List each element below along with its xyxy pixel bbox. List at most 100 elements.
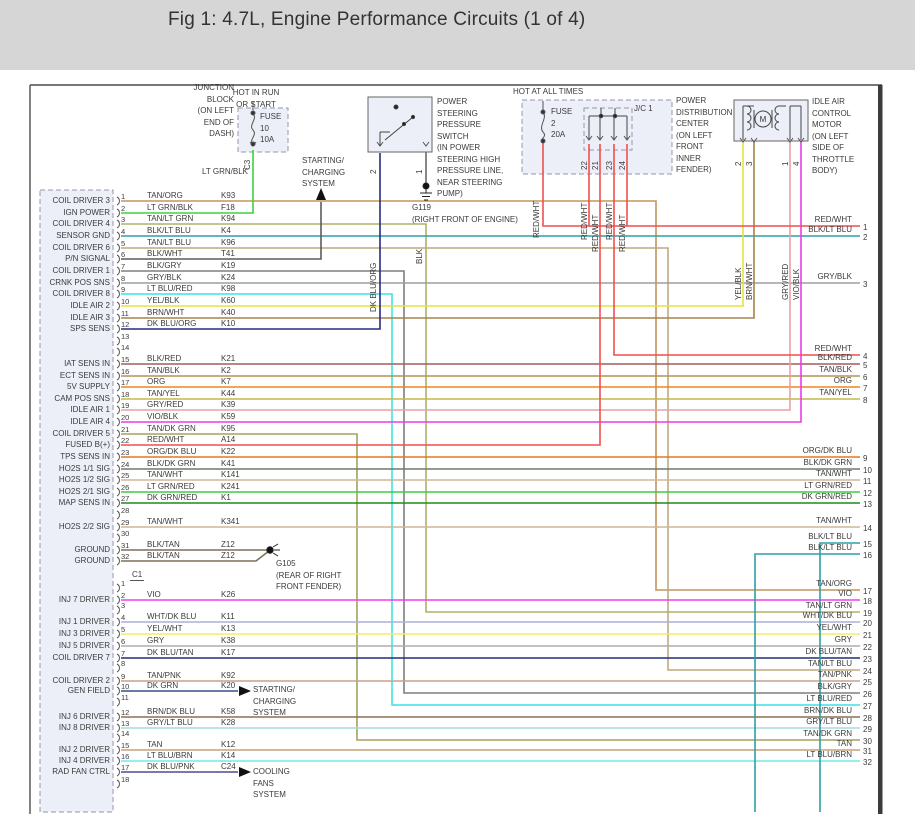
wire-color-label: BLK/WHT: [147, 249, 183, 258]
pcm-c2-pin-label: HO2S 2/1 SIG: [58, 487, 110, 496]
pcm-c2-pin-number: 27: [121, 494, 130, 503]
pcm-c2-pin-label: COIL DRIVER 1: [52, 266, 111, 275]
right-wire-color-label: DK GRN/RED: [801, 492, 852, 501]
circuit-code-label: K58: [221, 707, 236, 716]
vertical-wire-label: YEL/BLK: [734, 267, 743, 300]
right-wire-color-label: TAN/ORG: [816, 579, 852, 588]
right-wire-number: 30: [863, 737, 872, 746]
pcm-c2-pin-number: 13: [121, 332, 130, 341]
pcm-c2-pin-number: 7: [121, 262, 126, 271]
wire-color-label: BLK/RED: [147, 354, 182, 363]
pcm-c2-pin-label: 5V SUPPLY: [67, 382, 110, 391]
circuit-code-label: K94: [221, 214, 236, 223]
pcm-c2-pin-label: COIL DRIVER 5: [52, 429, 111, 438]
pcm-c2-pin-bracket: [116, 440, 120, 450]
pcm-c2-pin-label: COIL DRIVER 6: [52, 243, 111, 252]
pcm-c1-pin-number: 9: [121, 672, 126, 681]
circuit-code-label: K40: [221, 308, 236, 317]
right-wire-color-label: TAN/LT BLU: [807, 659, 852, 668]
wire-color-label: GRY/BLK: [147, 273, 182, 282]
right-wire-color-label: LT BLU/RED: [806, 694, 853, 703]
right-wire-color-label: BLK/GRY: [817, 682, 852, 691]
pcm-c2-pin-bracket: [116, 196, 120, 206]
pcm-c1-pin-number: 1: [121, 579, 126, 588]
pcm-c1-pin-bracket: [116, 663, 120, 673]
fuse10-label: FUSE 10 10A: [260, 112, 282, 144]
circuit-code-label: Z12: [221, 551, 235, 560]
wire-color-label: BLK/GRY: [147, 261, 182, 270]
right-wire-number: 31: [863, 747, 872, 756]
pcm-c2-pin-bracket: [116, 498, 120, 508]
circuit-code-label: C24: [221, 762, 236, 771]
pcm-c2-pin-bracket: [116, 208, 120, 218]
pcm-c2-pin-label: GROUND: [74, 556, 110, 565]
wire-color-label: GRY/LT BLU: [147, 718, 193, 727]
pcm-c1-pin-number: 5: [121, 625, 126, 634]
pcm-c2-pin-bracket: [116, 301, 120, 311]
vertical-wire-label: RED/WHT: [605, 202, 614, 240]
pcm-c1-pin-number: 10: [121, 682, 130, 691]
right-wire-number: 11: [863, 477, 872, 486]
vertical-wire-label: BRN/WHT: [745, 262, 754, 300]
pcm-c2-pin-label: IDLE AIR 2: [70, 301, 110, 310]
right-wire-color-label: DK BLU/TAN: [805, 647, 852, 656]
wire-color-label: BLK/TAN: [147, 540, 180, 549]
right-wire-number: 8: [863, 396, 868, 405]
circuit-code-label: K4: [221, 226, 231, 235]
ground-g119-symbol: [420, 182, 432, 201]
circuit-code-label: K12: [221, 740, 236, 749]
circuit-code-label: K39: [221, 400, 236, 409]
right-wire-color-label: ORG: [833, 376, 852, 385]
right-wire-number: 21: [863, 631, 872, 640]
vertical-wire-label: 1: [415, 169, 424, 174]
pcm-c2-pin-number: 8: [121, 274, 126, 283]
pcm-c2-pin-label: HO2S 1/2 SIG: [58, 475, 110, 484]
pcm-c2-pin-bracket: [116, 347, 120, 357]
circuit-code-label: K341: [221, 517, 240, 526]
right-wire-number: 7: [863, 384, 868, 393]
right-wire-color-label: WHT/DK BLU: [802, 611, 852, 620]
pcm-c1-pin-number: 17: [121, 763, 130, 772]
vertical-wire-label: 2: [734, 161, 743, 166]
right-wire-color-label: TAN: [836, 739, 852, 748]
vertical-wire-label: VIO/BLK: [792, 268, 801, 300]
wire-color-label: TAN/DK GRN: [147, 424, 196, 433]
vertical-wire-label: 1: [781, 161, 790, 166]
pcm-c1-pin-label: INJ 8 DRIVER: [58, 723, 110, 732]
pcm-c2-pin-label: HO2S 2/2 SIG: [58, 522, 110, 531]
right-wire-color-label: TAN/WHT: [816, 516, 852, 525]
pcm-c2-pin-bracket: [116, 266, 120, 276]
pcm-c2-pin-label: CRNK POS SNS: [49, 278, 110, 287]
vertical-wire-label: RED/WHT: [580, 202, 589, 240]
pcm-c2-pin-number: 24: [121, 460, 130, 469]
pcm-c1-pin-number: 18: [121, 775, 130, 784]
pcm-c2-pin-bracket: [116, 219, 120, 229]
wire-color-label: YEL/BLK: [147, 296, 180, 305]
pcm-c2-pin-label: MAP SENS IN: [58, 498, 110, 507]
wire-color-label: RED/WHT: [147, 435, 185, 444]
circuit-code-label: K96: [221, 238, 236, 247]
pcm-c2-pin-number: 14: [121, 343, 130, 352]
pcm-c2-pin-label: CAM POS SNS: [54, 394, 110, 403]
starting-top-arrow: [316, 188, 326, 200]
right-wire-number: 26: [863, 690, 872, 699]
circuit-code-label: K17: [221, 648, 236, 657]
right-wire-number: 4: [863, 352, 868, 361]
circuit-code-label: K21: [221, 354, 236, 363]
pcm-c2-pin-number: 5: [121, 239, 126, 248]
right-wire-color-label: TAN/YEL: [819, 388, 852, 397]
wire-color-label: LT BLU/BRN: [147, 751, 193, 760]
vertical-wire-label: 24: [618, 161, 627, 170]
pcm-c1-pin-label: COIL DRIVER 7: [52, 653, 111, 662]
wire-color-label: DK BLU/TAN: [147, 648, 194, 657]
pcm-c2-pin-label: COIL DRIVER 8: [52, 289, 111, 298]
pcm-c1-pin-bracket: [116, 583, 120, 593]
vertical-wire-label: RED/WHT: [591, 214, 600, 252]
right-wire-number: 6: [863, 373, 868, 382]
ground-g105-label: G105 (REAR OF RIGHT FRONT FENDER): [276, 559, 342, 591]
pcm-c2-pin-bracket: [116, 405, 120, 415]
pcm-c2-pin-bracket: [116, 429, 120, 439]
iac-motor-label: IDLE AIR CONTROL MOTOR (ON LEFT SIDE OF …: [812, 97, 855, 175]
jc1-label: J/C 1: [634, 104, 653, 113]
circuit-code-label: K2: [221, 366, 231, 375]
